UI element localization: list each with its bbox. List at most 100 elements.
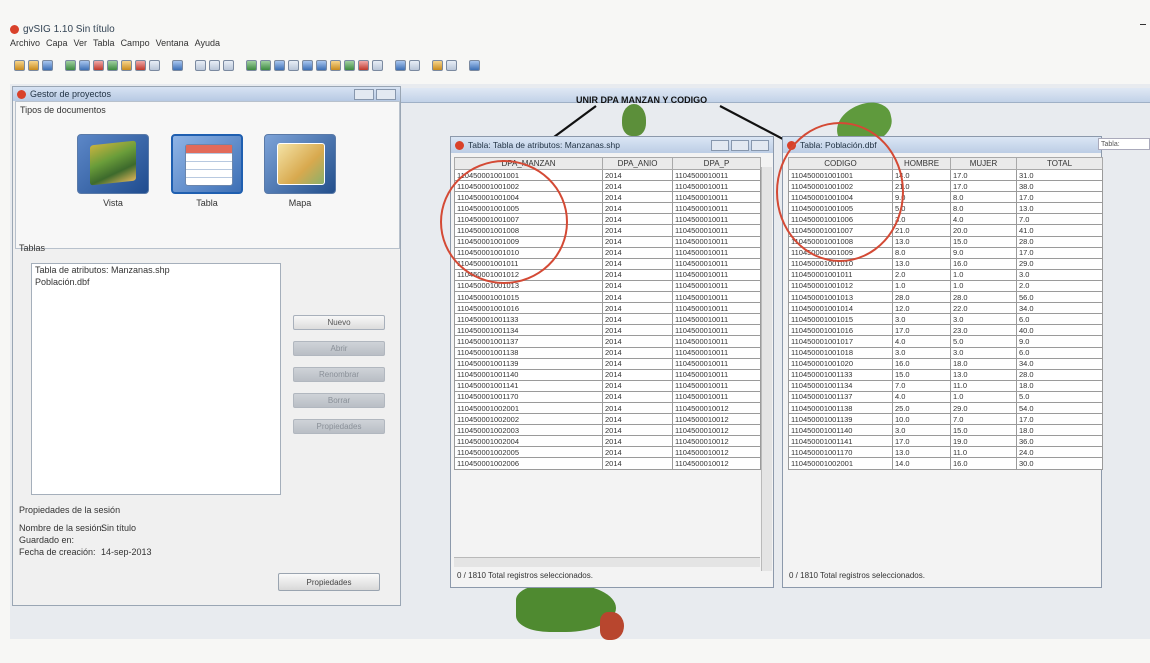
table-cell[interactable]: 110450001002002 — [454, 413, 603, 426]
table-cell[interactable]: 110450001001138 — [788, 401, 893, 415]
table-cell[interactable]: 9.0 — [950, 246, 1017, 259]
table-cell[interactable]: 110450001001137 — [454, 335, 603, 348]
table-cell[interactable]: 110450001001134 — [454, 324, 603, 337]
table-cell[interactable]: 110450001002003 — [454, 424, 603, 437]
table-cell[interactable]: 3.0 — [892, 346, 951, 359]
table-cell[interactable]: 16.0 — [950, 257, 1017, 270]
table-row[interactable]: 110450001001011 2.0 1.0 3.0 — [788, 268, 1103, 281]
table-cell[interactable]: 23.0 — [950, 324, 1017, 337]
column-header[interactable]: HOMBRE — [892, 157, 951, 170]
table-cell[interactable]: 110450001001018 — [788, 346, 893, 359]
table-cell[interactable]: 15.0 — [950, 424, 1017, 437]
table-cell[interactable]: 110450001001170 — [454, 390, 603, 403]
minimize-button[interactable] — [711, 139, 729, 151]
table-cell[interactable]: 2014 — [602, 390, 673, 403]
table-cell[interactable]: 3.0 — [892, 213, 951, 226]
table-row[interactable]: 110450001002001 14.0 16.0 30.0 — [788, 457, 1103, 470]
table-cell[interactable]: 29.0 — [950, 401, 1017, 415]
table-cell[interactable]: 1104500010011 — [672, 180, 761, 193]
table-row[interactable]: 110450001001015 3.0 3.0 6.0 — [788, 313, 1103, 326]
table-cell[interactable]: 110450001001015 — [788, 313, 893, 326]
table-cell[interactable]: 2014 — [602, 180, 673, 193]
table-row[interactable]: 110450001002002 2014 1104500010012 — [454, 413, 761, 426]
table-cell[interactable]: 2014 — [602, 379, 673, 392]
table-cell[interactable]: 56.0 — [1016, 291, 1103, 304]
table-cell[interactable]: 16.0 — [950, 457, 1017, 470]
table-cell[interactable]: 1104500010011 — [672, 213, 761, 226]
table-cell[interactable]: 17.0 — [1016, 413, 1103, 426]
table-cell[interactable]: 110450001001015 — [454, 291, 603, 304]
table-cell[interactable]: 2.0 — [1016, 279, 1103, 293]
table-row[interactable]: 110450001001134 7.0 11.0 18.0 — [788, 379, 1103, 392]
table-cell[interactable]: 21.0 — [892, 224, 951, 237]
table-cell[interactable]: 25.0 — [892, 401, 951, 415]
table-row[interactable]: 110450001002006 2014 1104500010012 — [454, 457, 761, 470]
table-cell[interactable]: 2014 — [602, 191, 673, 204]
table-cell[interactable]: 1104500010012 — [672, 424, 761, 437]
table-row[interactable]: 110450001001141 17.0 19.0 36.0 — [788, 435, 1103, 448]
table-cell[interactable]: 7.0 — [950, 413, 1017, 426]
table-cell[interactable]: 4.0 — [892, 390, 951, 403]
table-cell[interactable]: 16.0 — [892, 357, 951, 370]
close-button[interactable] — [751, 139, 769, 151]
table-cell[interactable]: 2014 — [602, 457, 673, 470]
table-cell[interactable]: 34.0 — [1016, 302, 1103, 315]
table-cell[interactable]: 17.0 — [1016, 191, 1103, 204]
table-cell[interactable]: 4.0 — [950, 213, 1017, 226]
table-cell[interactable]: 1104500010011 — [672, 313, 761, 326]
table-cell[interactable]: 1104500010011 — [672, 291, 761, 304]
table-cell[interactable]: 110450001002001 — [788, 457, 893, 470]
table-cell[interactable]: 1104500010011 — [672, 357, 761, 370]
table-cell[interactable]: 2014 — [602, 235, 673, 248]
table-row[interactable]: 110450001001138 25.0 29.0 54.0 — [788, 401, 1103, 415]
column-header[interactable]: MUJER — [950, 157, 1017, 170]
table-cell[interactable]: 18.0 — [950, 357, 1017, 370]
column-header[interactable]: DPA_ANIO — [602, 157, 673, 170]
table-cell[interactable]: 2014 — [602, 279, 673, 293]
table-cell[interactable]: 110450001001016 — [454, 302, 603, 315]
table-cell[interactable]: 110450001001170 — [788, 446, 893, 459]
table-cell[interactable]: 7.0 — [1016, 213, 1103, 226]
table-cell[interactable]: 2014 — [602, 413, 673, 426]
background-table-tab[interactable]: Tabla: Población.dbf — [1098, 138, 1150, 150]
table-row[interactable]: 110450001001017 4.0 5.0 9.0 — [788, 335, 1103, 348]
table-cell[interactable]: 110450001001011 — [788, 268, 893, 281]
table-cell[interactable]: 1104500010011 — [672, 257, 761, 270]
table-cell[interactable]: 110450001002001 — [454, 401, 603, 415]
table-cell[interactable]: 1104500010011 — [672, 268, 761, 281]
table-cell[interactable]: 9.0 — [1016, 335, 1103, 348]
table-cell[interactable]: 13.0 — [892, 446, 951, 459]
table-row[interactable]: 110450001001133 15.0 13.0 28.0 — [788, 368, 1103, 381]
table-row[interactable]: 110450001001016 17.0 23.0 40.0 — [788, 324, 1103, 337]
table-cell[interactable]: 17.0 — [1016, 246, 1103, 259]
table-cell[interactable]: 22.0 — [950, 302, 1017, 315]
table-cell[interactable]: 110450001001140 — [788, 424, 893, 437]
table-cell[interactable]: 110450001001016 — [788, 324, 893, 337]
table-cell[interactable]: 110450001001020 — [788, 357, 893, 370]
table-row[interactable]: 110450001002004 2014 1104500010012 — [454, 435, 761, 448]
table-cell[interactable]: 1104500010011 — [672, 368, 761, 381]
table-cell[interactable]: 14.0 — [892, 457, 951, 470]
table-cell[interactable]: 5.0 — [1016, 390, 1103, 403]
table-row[interactable]: 110450001001137 4.0 1.0 5.0 — [788, 390, 1103, 403]
table-cell[interactable]: 1.0 — [950, 279, 1017, 293]
table-cell[interactable]: 1104500010011 — [672, 335, 761, 348]
table-cell[interactable]: 28.0 — [892, 291, 951, 304]
table-row[interactable]: 110450001001015 2014 1104500010011 — [454, 291, 761, 304]
table-cell[interactable]: 1104500010011 — [672, 379, 761, 392]
table-cell[interactable]: 11.0 — [950, 446, 1017, 459]
column-header[interactable]: TOTAL — [1016, 157, 1103, 170]
table-cell[interactable]: 24.0 — [1016, 446, 1103, 459]
table-cell[interactable]: 8.0 — [950, 191, 1017, 204]
table-cell[interactable]: 2014 — [602, 313, 673, 326]
table-cell[interactable]: 110450001001141 — [454, 379, 603, 392]
table-cell[interactable]: 1104500010012 — [672, 413, 761, 426]
table-cell[interactable]: 2014 — [602, 224, 673, 237]
table-cell[interactable]: 110450001001141 — [788, 435, 893, 448]
table-cell[interactable]: 29.0 — [1016, 257, 1103, 270]
table-row[interactable]: 110450001001137 2014 1104500010011 — [454, 335, 761, 348]
table-row[interactable]: 110450001001170 13.0 11.0 24.0 — [788, 446, 1103, 459]
table-cell[interactable]: 2014 — [602, 268, 673, 281]
table-cell[interactable]: 110450001001137 — [788, 390, 893, 403]
table-cell[interactable]: 15.0 — [950, 235, 1017, 248]
